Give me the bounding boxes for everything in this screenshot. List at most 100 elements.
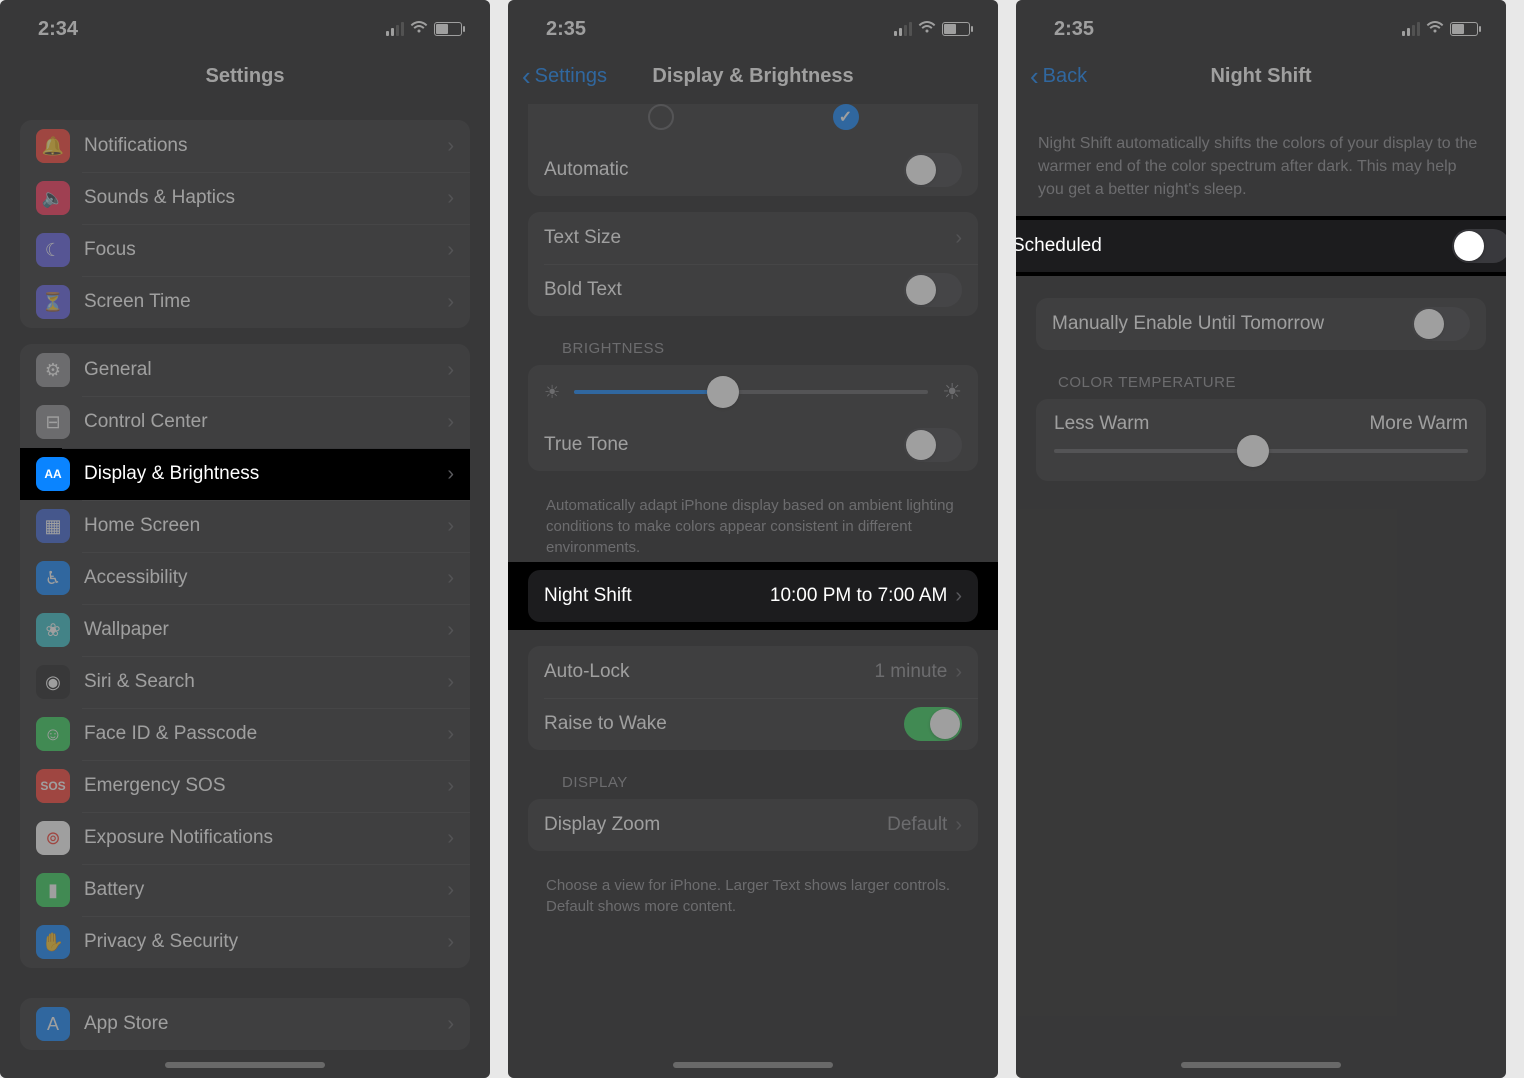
accessibility-icon: ♿︎: [36, 561, 70, 595]
auto-lock-row[interactable]: Auto-Lock 1 minute ›: [528, 646, 978, 698]
row-label: Privacy & Security: [84, 931, 447, 953]
night-shift-screen: 2:35 ‹ Back Night Shift Night Shift auto…: [1016, 0, 1506, 1078]
aa-icon: AA: [36, 457, 70, 491]
manual-enable-row[interactable]: Manually Enable Until Tomorrow: [1036, 298, 1486, 350]
settings-row-sounds-haptics[interactable]: 🔈 Sounds & Haptics›: [20, 172, 470, 224]
manual-enable-toggle[interactable]: [1412, 307, 1470, 341]
home-indicator[interactable]: [673, 1062, 833, 1068]
settings-row-exposure-notifications[interactable]: ⊚Exposure Notifications›: [20, 812, 470, 864]
chevron-right-icon: ›: [447, 135, 454, 158]
row-label: Screen Time: [84, 291, 447, 313]
row-label: Battery: [84, 879, 447, 901]
chevron-right-icon: ›: [447, 723, 454, 746]
grid-icon: ▦: [36, 509, 70, 543]
chevron-right-icon: ›: [447, 291, 454, 314]
chevron-right-icon: ›: [447, 619, 454, 642]
row-label: True Tone: [544, 434, 904, 456]
settings-row-notifications[interactable]: 🔔 Notifications›: [20, 120, 470, 172]
automatic-toggle[interactable]: [904, 153, 962, 187]
back-label: Back: [1043, 65, 1087, 88]
chevron-right-icon: ›: [447, 239, 454, 262]
scheduled-toggle[interactable]: [1452, 229, 1506, 263]
row-label: Notifications: [84, 135, 447, 157]
flower-icon: ❀: [36, 613, 70, 647]
raise-to-wake-toggle[interactable]: [904, 707, 962, 741]
row-label: Accessibility: [84, 567, 447, 589]
wifi-icon: [918, 20, 936, 39]
cellular-icon: [1402, 22, 1420, 36]
scheduled-highlight: Scheduled: [1016, 216, 1506, 276]
settings-row-battery[interactable]: ▮Battery›: [20, 864, 470, 916]
page-title: Settings: [206, 65, 285, 88]
true-tone-footer: Automatically adapt iPhone display based…: [528, 487, 978, 562]
settings-row-home-screen[interactable]: ▦Home Screen›: [20, 500, 470, 552]
settings-row-general[interactable]: ⚙General›: [20, 344, 470, 396]
settings-row-privacy-security[interactable]: ✋Privacy & Security›: [20, 916, 470, 968]
settings-row-app-store[interactable]: AApp Store›: [20, 998, 470, 1050]
home-indicator[interactable]: [1181, 1062, 1341, 1068]
row-label: Scheduled: [1016, 235, 1452, 257]
bold-text-toggle[interactable]: [904, 273, 962, 307]
chevron-right-icon: ›: [447, 515, 454, 538]
settings-row-emergency-sos[interactable]: SOSEmergency SOS›: [20, 760, 470, 812]
row-label: Wallpaper: [84, 619, 447, 641]
chevron-right-icon: ›: [447, 187, 454, 210]
row-label: Night Shift: [544, 585, 770, 607]
back-button[interactable]: ‹ Settings: [522, 63, 607, 89]
settings-row-siri-search[interactable]: ◉Siri & Search›: [20, 656, 470, 708]
battery-icon: [1450, 22, 1478, 36]
chevron-right-icon: ›: [955, 227, 962, 250]
row-label: Emergency SOS: [84, 775, 447, 797]
row-label: Sounds & Haptics: [84, 187, 447, 209]
chevron-right-icon: ›: [447, 931, 454, 954]
settings-row-screen-time[interactable]: ⏳Screen Time›: [20, 276, 470, 328]
switches-icon: ⊟: [36, 405, 70, 439]
bell-icon: 🔔: [36, 129, 70, 163]
row-label: Auto-Lock: [544, 661, 874, 683]
light-radio[interactable]: [648, 104, 674, 130]
settings-row-wallpaper[interactable]: ❀ Wallpaper›: [20, 604, 470, 656]
settings-row-focus[interactable]: ☾Focus›: [20, 224, 470, 276]
brightness-header: BRIGHTNESS: [528, 340, 978, 365]
row-label: Display & Brightness: [84, 463, 447, 485]
settings-row-accessibility[interactable]: ♿︎Accessibility›: [20, 552, 470, 604]
settings-screen: 2:34 Settings 🔔Notifications›🔈Sounds & H…: [0, 0, 490, 1078]
speaker-icon: 🔈: [36, 181, 70, 215]
bold-text-row[interactable]: Bold Text: [528, 264, 978, 316]
display-zoom-row[interactable]: Display Zoom Default ›: [528, 799, 978, 851]
text-size-row[interactable]: Text Size ›: [528, 212, 978, 264]
color-temp-slider[interactable]: [1054, 449, 1468, 453]
row-value: Default: [887, 814, 947, 836]
battery-icon: ▮: [36, 873, 70, 907]
chevron-right-icon: ›: [447, 775, 454, 798]
chevron-right-icon: ›: [447, 1013, 454, 1036]
scheduled-row[interactable]: Scheduled: [1016, 220, 1506, 272]
settings-row-control-center[interactable]: ⊟Control Center›: [20, 396, 470, 448]
home-indicator[interactable]: [165, 1062, 325, 1068]
brightness-slider[interactable]: [574, 390, 928, 394]
page-title: Display & Brightness: [652, 65, 853, 88]
settings-row-face-id-passcode[interactable]: ☺Face ID & Passcode›: [20, 708, 470, 760]
gear-icon: ⚙: [36, 353, 70, 387]
temp-labels: Less Warm More Warm: [1036, 399, 1486, 435]
brightness-slider-row: ☀ ☀: [528, 365, 978, 419]
automatic-row[interactable]: Automatic: [528, 144, 978, 196]
battery-icon: [434, 22, 462, 36]
true-tone-row[interactable]: True Tone: [528, 419, 978, 471]
true-tone-toggle[interactable]: [904, 428, 962, 462]
nav-bar: ‹ Settings Display & Brightness: [508, 48, 998, 104]
row-label: Automatic: [544, 159, 904, 181]
status-bar: 2:35: [508, 0, 998, 48]
raise-to-wake-row[interactable]: Raise to Wake: [528, 698, 978, 750]
dark-radio[interactable]: [833, 104, 859, 130]
settings-row-display-brightness[interactable]: AADisplay & Brightness›: [20, 448, 470, 500]
nav-bar: Settings: [0, 48, 490, 104]
chevron-left-icon: ‹: [522, 63, 531, 89]
chevron-right-icon: ›: [447, 411, 454, 434]
chevron-right-icon: ›: [447, 359, 454, 382]
night-shift-row[interactable]: Night Shift 10:00 PM to 7:00 AM ›: [528, 570, 978, 622]
display-brightness-screen: 2:35 ‹ Settings Display & Brightness Aut…: [508, 0, 998, 1078]
row-label: Siri & Search: [84, 671, 447, 693]
back-button[interactable]: ‹ Back: [1030, 63, 1087, 89]
chevron-right-icon: ›: [447, 671, 454, 694]
